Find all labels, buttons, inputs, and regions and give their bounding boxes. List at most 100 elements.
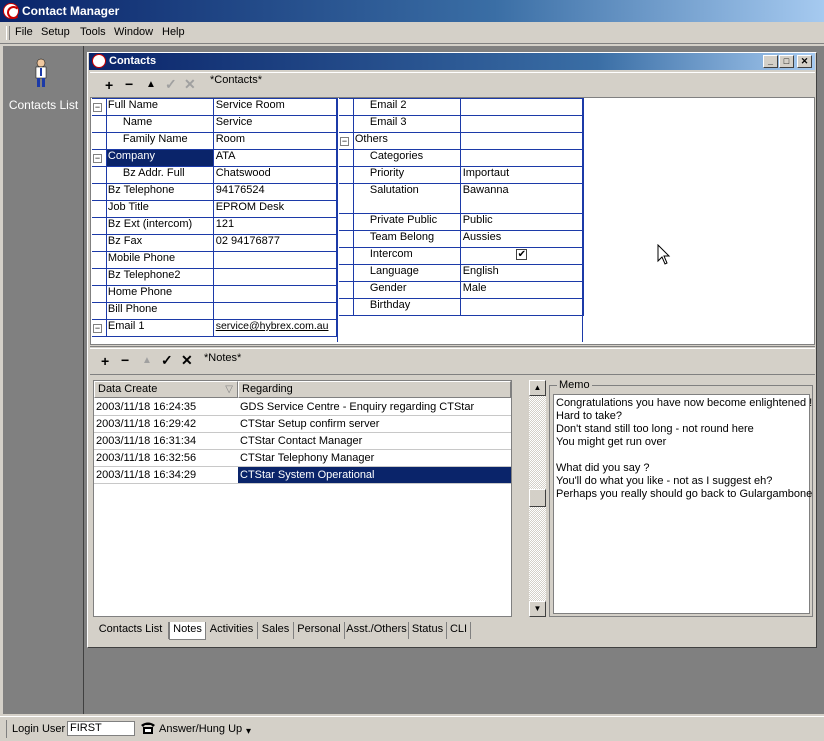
close-button[interactable]: ✕ [797,55,812,68]
tab-notes[interactable]: Notes [169,622,206,640]
field-row[interactable]: − Full Name Service Room [92,98,338,116]
field-value[interactable]: service@hybrex.com.au [212,319,338,337]
field-row[interactable]: − Company ATA [92,149,338,167]
tab-status[interactable]: Status [409,622,447,639]
field-label[interactable]: Full Name [105,98,214,116]
field-row[interactable]: Email 3 [339,115,585,133]
field-value[interactable]: Service Room [212,98,338,116]
field-row[interactable]: Birthday [339,298,585,316]
field-label[interactable]: Mobile Phone [105,251,214,269]
field-label[interactable]: Birthday [352,298,461,316]
menu-file[interactable]: File [15,26,33,38]
field-label[interactable]: Bz Addr. Full [105,166,214,184]
field-label[interactable]: Priority [352,166,461,184]
field-value[interactable]: ✔ [459,247,585,265]
field-row[interactable]: Bz Fax 02 94176877 [92,234,338,252]
remove-contact-button[interactable]: − [125,77,133,91]
field-row[interactable]: − Others [339,132,585,150]
app-titlebar[interactable]: Contact Manager [0,0,824,22]
field-row[interactable]: Team Belong Aussies [339,230,585,248]
field-row[interactable]: Private Public Public [339,213,585,231]
chevron-down-icon[interactable]: ▾ [246,726,251,737]
intercom-checkbox[interactable]: ✔ [516,249,528,260]
column-header-date[interactable]: Data Create ▽ [94,381,238,398]
tab-asst-others[interactable]: Asst./Others [345,622,409,639]
field-value[interactable] [459,115,585,133]
field-row[interactable]: Bill Phone [92,302,338,320]
field-row[interactable]: Name Service [92,115,338,133]
field-row[interactable]: − Email 1 service@hybrex.com.au [92,319,338,337]
field-label[interactable]: Gender [352,281,461,299]
field-row[interactable]: Bz Ext (intercom) 121 [92,217,338,235]
contacts-person-icon[interactable] [33,58,49,88]
field-value[interactable] [459,149,585,167]
field-row[interactable]: Categories [339,149,585,167]
notes-scrollbar[interactable]: ▲ ▼ [529,380,546,617]
login-user-field[interactable]: FIRST [67,721,135,736]
field-value[interactable]: English [459,264,585,282]
field-value[interactable]: 121 [212,217,338,235]
field-label[interactable]: Salutation [352,183,461,214]
scroll-thumb[interactable] [529,489,546,507]
field-value[interactable]: Service [212,115,338,133]
field-label[interactable]: Company [105,149,214,167]
menu-tools[interactable]: Tools [80,26,106,38]
field-value[interactable]: Bawanna [459,183,585,214]
scroll-up-button[interactable]: ▲ [529,380,546,396]
field-row[interactable]: Intercom ✔ [339,247,585,265]
field-label[interactable]: Name [105,115,214,133]
field-label[interactable]: Email 2 [352,98,461,116]
field-value[interactable]: Chatswood [212,166,338,184]
field-label[interactable]: Categories [352,149,461,167]
table-row[interactable]: 2003/11/18 16:24:35 GDS Service Centre - … [94,399,511,416]
field-row[interactable]: Bz Telephone2 [92,268,338,286]
field-label[interactable]: Team Belong [352,230,461,248]
panel-splitter[interactable] [90,346,815,349]
menu-help[interactable]: Help [162,26,185,38]
field-label[interactable]: Bz Fax [105,234,214,252]
move-up-button[interactable]: ▲ [146,78,156,92]
field-value[interactable]: Room [212,132,338,150]
tab-cli[interactable]: CLI [447,622,471,639]
table-row[interactable]: 2003/11/18 16:34:29 CTStar System Operati… [94,467,511,484]
collapse-icon[interactable]: − [93,323,102,333]
field-label[interactable]: Email 1 [105,319,214,337]
collapse-icon[interactable]: − [93,153,102,163]
confirm-button[interactable]: ✓ [165,77,177,91]
field-row[interactable]: Email 2 [339,98,585,116]
field-label[interactable]: Family Name [105,132,214,150]
field-value[interactable]: 94176524 [212,183,338,201]
note-up-button[interactable]: ▲ [142,354,152,368]
field-row[interactable]: Home Phone [92,285,338,303]
table-row[interactable]: 2003/11/18 16:29:42 CTStar Setup confirm … [94,416,511,433]
maximize-button[interactable]: □ [779,55,794,68]
menu-window[interactable]: Window [114,26,153,38]
field-row[interactable]: Gender Male [339,281,585,299]
field-value[interactable] [459,132,585,150]
field-value[interactable]: Aussies [459,230,585,248]
note-cancel-button[interactable]: ✕ [181,353,193,367]
menu-setup[interactable]: Setup [41,26,70,38]
field-value[interactable] [212,268,338,286]
answer-hangup-button[interactable]: Answer/Hung Up [159,723,242,735]
field-row[interactable]: Bz Telephone 94176524 [92,183,338,201]
field-value[interactable]: Importaut [459,166,585,184]
field-row[interactable]: Priority Importaut [339,166,585,184]
tab-personal[interactable]: Personal [294,622,345,639]
remove-note-button[interactable]: − [121,353,129,367]
scroll-down-button[interactable]: ▼ [529,601,546,617]
field-label[interactable]: Home Phone [105,285,214,303]
memo-textarea[interactable]: Congratulations you have now become enli… [553,394,812,614]
field-value[interactable] [212,285,338,303]
field-label[interactable]: Bz Telephone2 [105,268,214,286]
field-value[interactable] [212,251,338,269]
minimize-button[interactable]: _ [763,55,778,68]
collapse-icon[interactable]: − [340,136,349,146]
contacts-list-label[interactable]: Contacts List [3,98,84,112]
cancel-button[interactable]: ✕ [184,77,196,91]
window-titlebar[interactable]: Contacts [89,53,815,70]
field-value[interactable] [459,298,585,316]
field-value[interactable] [459,98,585,116]
field-label[interactable]: Private Public [352,213,461,231]
note-confirm-button[interactable]: ✓ [161,353,173,367]
